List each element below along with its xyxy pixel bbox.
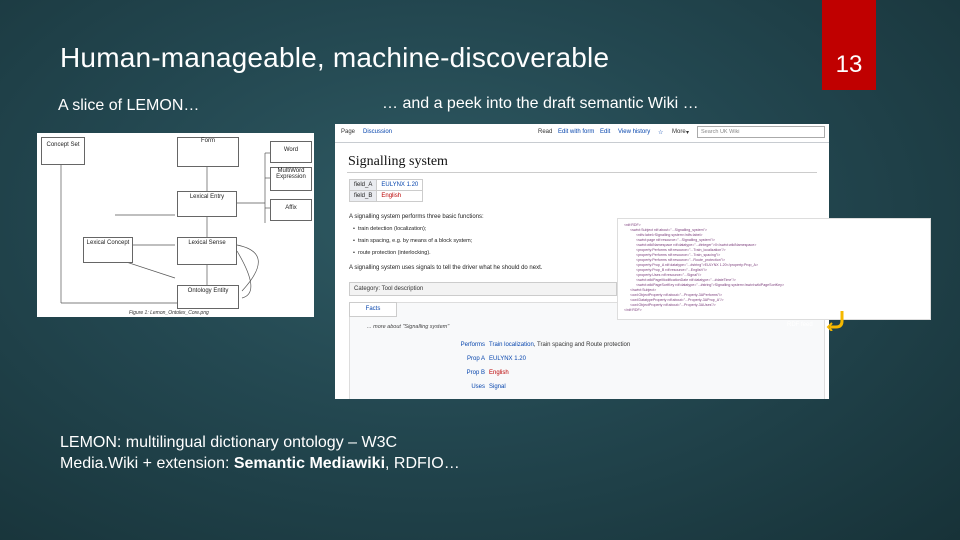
left-subtitle: A slice of LEMON… <box>58 97 200 114</box>
tab-more[interactable]: More <box>672 129 686 135</box>
lemon-figure-caption: Figure 1: Lemon_Ontolex_Core.png <box>129 310 209 316</box>
fact-row: Prop B English <box>445 370 509 376</box>
list-item: train spacing, e.g. by means of a block … <box>353 238 472 244</box>
tab-read[interactable]: Read <box>538 129 552 135</box>
category-bar[interactable]: Category: Tool description <box>349 282 617 296</box>
facts-about-link[interactable]: ... more about "Signalling system" <box>367 324 449 330</box>
title-divider <box>347 172 817 173</box>
slide-title: Human-manageable, machine-discoverable <box>60 42 610 73</box>
field-key: field_B <box>348 190 378 202</box>
lexical-entry-box: Lexical Entry <box>177 191 237 217</box>
tab-edit-with-form[interactable]: Edit with form <box>558 129 594 135</box>
right-subtitle: … and a peek into the draft semantic Wik… <box>382 95 699 112</box>
wiki-page-title: Signalling system <box>348 154 448 169</box>
tab-page[interactable]: Page <box>341 129 355 135</box>
field-key: field_A <box>348 179 378 191</box>
wiki-description: A signalling system performs three basic… <box>349 214 484 220</box>
curved-arrow-icon <box>826 311 844 331</box>
fact-property[interactable]: Prop A <box>445 356 485 362</box>
form-box: Form <box>177 137 239 167</box>
tab-edit[interactable]: Edit <box>600 129 610 135</box>
watch-star-icon[interactable]: ☆ <box>658 129 663 136</box>
field-value[interactable]: English <box>376 190 424 202</box>
fact-value[interactable]: Train localization <box>489 342 534 348</box>
concept-set-box: Concept Set <box>41 137 85 165</box>
fact-row: Performs Train localization, Train spacin… <box>445 342 631 348</box>
multiword-box: MultiWord Expression <box>270 167 312 191</box>
lexical-sense-box: Lexical Sense <box>177 237 237 265</box>
lexical-concept-box: Lexical Concept <box>83 237 133 263</box>
rdf-feed-link[interactable]: RDF feed <box>787 322 813 328</box>
list-item: train detection (localization); <box>353 226 426 232</box>
rdf-xml-output: <rdf:RDF> <swivt:Subject rdf:about="...S… <box>617 218 931 320</box>
wiki-search-input[interactable]: Search UK Wiki <box>697 126 825 138</box>
bottom-caption: LEMON: multilingual dictionary ontology … <box>60 432 460 474</box>
fact-property[interactable]: Prop B <box>445 370 485 376</box>
field-value: EULYNX 1.20 <box>376 179 424 191</box>
fact-row: Uses Signal <box>445 384 506 390</box>
category-link[interactable]: Category: Tool description <box>354 286 423 292</box>
bottom-line-1: LEMON: multilingual dictionary ontology … <box>60 434 398 451</box>
fact-row: Prop A EULYNX 1.20 <box>445 356 526 362</box>
tab-discussion[interactable]: Discussion <box>363 129 392 135</box>
tab-view-history[interactable]: View history <box>618 129 650 135</box>
ontology-entity-box: Ontology Entity <box>177 285 239 309</box>
chevron-down-icon[interactable]: ▾ <box>686 129 689 136</box>
wiki-tab-bar: Page Discussion Read Edit with form Edit… <box>335 124 829 143</box>
word-box: Word <box>270 141 312 163</box>
semantic-wiki-screenshot: Page Discussion Read Edit with form Edit… <box>335 124 931 399</box>
slide-number-badge: 13 <box>822 0 876 90</box>
fact-value-extra[interactable]: , Train spacing and Route protection <box>534 342 630 348</box>
fact-value[interactable]: Signal <box>489 384 506 390</box>
bottom-line-2: Media.Wiki + extension: Semantic Mediawi… <box>60 455 460 472</box>
semantic-mediawiki-bold: Semantic Mediawiki <box>233 455 386 472</box>
slide-number: 13 <box>835 51 863 78</box>
fact-value[interactable]: EULYNX 1.20 <box>489 356 526 362</box>
table-row: field_A EULYNX 1.20 <box>348 179 424 191</box>
wiki-description-2: A signalling system uses signals to tell… <box>349 265 543 271</box>
fact-property[interactable]: Performs <box>445 342 485 348</box>
fields-table: field_A EULYNX 1.20 field_B English <box>348 179 424 202</box>
fact-value[interactable]: English <box>489 370 509 376</box>
table-row: field_B English <box>348 190 424 202</box>
tab-facts[interactable]: Facts <box>349 302 397 317</box>
lemon-diagram: Concept Set Form Word MultiWord Expressi… <box>37 133 314 317</box>
affix-box: Affix <box>270 199 312 221</box>
list-item: route protection (interlocking). <box>353 250 431 256</box>
fact-property[interactable]: Uses <box>445 384 485 390</box>
